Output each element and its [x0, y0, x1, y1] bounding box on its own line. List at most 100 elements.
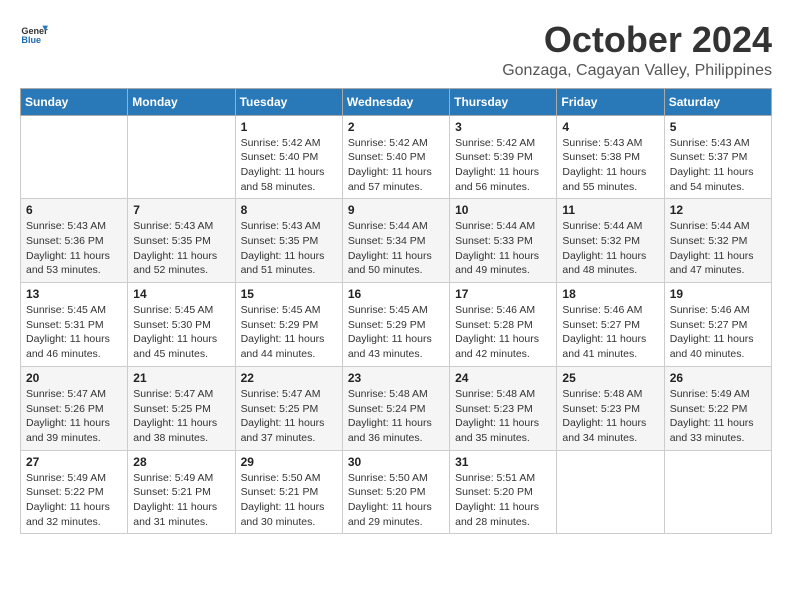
calendar-cell: 10 Sunrise: 5:44 AMSunset: 5:33 PMDayligh… [450, 199, 557, 283]
calendar-cell: 5 Sunrise: 5:43 AMSunset: 5:37 PMDaylight… [664, 115, 771, 199]
day-info: Sunrise: 5:50 AMSunset: 5:21 PMDaylight:… [241, 471, 337, 530]
day-number: 2 [348, 120, 444, 134]
day-info: Sunrise: 5:44 AMSunset: 5:34 PMDaylight:… [348, 219, 444, 278]
day-info: Sunrise: 5:45 AMSunset: 5:30 PMDaylight:… [133, 303, 229, 362]
day-number: 10 [455, 203, 551, 217]
day-info: Sunrise: 5:49 AMSunset: 5:22 PMDaylight:… [670, 387, 766, 446]
calendar-cell: 19Sunrise: 5:46 AMSunset: 5:27 PMDayligh… [664, 283, 771, 367]
svg-text:Blue: Blue [21, 35, 41, 45]
day-number: 30 [348, 455, 444, 469]
day-header-friday: Friday [557, 88, 664, 115]
calendar-cell [664, 450, 771, 534]
day-number: 7 [133, 203, 229, 217]
day-info: Sunrise: 5:43 AMSunset: 5:37 PMDaylight:… [670, 136, 766, 195]
calendar-week-3: 13 Sunrise: 5:45 AMSunset: 5:31 PMDayligh… [21, 283, 772, 367]
calendar-table: SundayMondayTuesdayWednesdayThursdayFrid… [20, 88, 772, 535]
calendar-cell: 25 Sunrise: 5:48 AMSunset: 5:23 PMDayligh… [557, 366, 664, 450]
calendar-cell [557, 450, 664, 534]
location-title: Gonzaga, Cagayan Valley, Philippines [502, 62, 772, 80]
day-number: 27 [26, 455, 122, 469]
calendar-week-4: 20Sunrise: 5:47 AMSunset: 5:26 PMDayligh… [21, 366, 772, 450]
day-info: Sunrise: 5:42 AMSunset: 5:40 PMDaylight:… [348, 136, 444, 195]
day-info: Sunrise: 5:47 AMSunset: 5:25 PMDaylight:… [241, 387, 337, 446]
calendar-cell: 6Sunrise: 5:43 AMSunset: 5:36 PMDaylight… [21, 199, 128, 283]
month-title: October 2024 [502, 20, 772, 60]
calendar-cell: 28Sunrise: 5:49 AMSunset: 5:21 PMDayligh… [128, 450, 235, 534]
calendar-week-2: 6Sunrise: 5:43 AMSunset: 5:36 PMDaylight… [21, 199, 772, 283]
day-number: 20 [26, 371, 122, 385]
day-info: Sunrise: 5:50 AMSunset: 5:20 PMDaylight:… [348, 471, 444, 530]
day-number: 16 [348, 287, 444, 301]
calendar-cell: 21Sunrise: 5:47 AMSunset: 5:25 PMDayligh… [128, 366, 235, 450]
day-number: 1 [241, 120, 337, 134]
day-info: Sunrise: 5:46 AMSunset: 5:27 PMDaylight:… [670, 303, 766, 362]
calendar-cell: 26Sunrise: 5:49 AMSunset: 5:22 PMDayligh… [664, 366, 771, 450]
day-number: 5 [670, 120, 766, 134]
calendar-cell [128, 115, 235, 199]
day-info: Sunrise: 5:46 AMSunset: 5:27 PMDaylight:… [562, 303, 658, 362]
calendar-cell: 11 Sunrise: 5:44 AMSunset: 5:32 PMDayligh… [557, 199, 664, 283]
calendar-cell: 16 Sunrise: 5:45 AMSunset: 5:29 PMDayligh… [342, 283, 449, 367]
calendar-cell [21, 115, 128, 199]
calendar-cell: 20Sunrise: 5:47 AMSunset: 5:26 PMDayligh… [21, 366, 128, 450]
day-number: 12 [670, 203, 766, 217]
calendar-cell: 30 Sunrise: 5:50 AMSunset: 5:20 PMDayligh… [342, 450, 449, 534]
day-header-saturday: Saturday [664, 88, 771, 115]
day-info: Sunrise: 5:43 AMSunset: 5:38 PMDaylight:… [562, 136, 658, 195]
calendar-cell: 29Sunrise: 5:50 AMSunset: 5:21 PMDayligh… [235, 450, 342, 534]
calendar-cell: 1Sunrise: 5:42 AMSunset: 5:40 PMDaylight… [235, 115, 342, 199]
calendar-cell: 13 Sunrise: 5:45 AMSunset: 5:31 PMDayligh… [21, 283, 128, 367]
day-info: Sunrise: 5:45 AMSunset: 5:29 PMDaylight:… [241, 303, 337, 362]
day-number: 3 [455, 120, 551, 134]
day-number: 6 [26, 203, 122, 217]
day-info: Sunrise: 5:48 AMSunset: 5:23 PMDaylight:… [562, 387, 658, 446]
calendar-cell: 31 Sunrise: 5:51 AMSunset: 5:20 PMDayligh… [450, 450, 557, 534]
day-info: Sunrise: 5:43 AMSunset: 5:35 PMDaylight:… [241, 219, 337, 278]
day-number: 8 [241, 203, 337, 217]
calendar-cell: 15Sunrise: 5:45 AMSunset: 5:29 PMDayligh… [235, 283, 342, 367]
day-info: Sunrise: 5:51 AMSunset: 5:20 PMDaylight:… [455, 471, 551, 530]
calendar-cell: 17 Sunrise: 5:46 AMSunset: 5:28 PMDayligh… [450, 283, 557, 367]
calendar-cell: 4Sunrise: 5:43 AMSunset: 5:38 PMDaylight… [557, 115, 664, 199]
logo-icon: General Blue [20, 20, 48, 48]
day-number: 24 [455, 371, 551, 385]
day-header-monday: Monday [128, 88, 235, 115]
calendar-cell: 9 Sunrise: 5:44 AMSunset: 5:34 PMDaylight… [342, 199, 449, 283]
calendar-cell: 27 Sunrise: 5:49 AMSunset: 5:22 PMDayligh… [21, 450, 128, 534]
calendar-week-5: 27 Sunrise: 5:49 AMSunset: 5:22 PMDayligh… [21, 450, 772, 534]
day-info: Sunrise: 5:42 AMSunset: 5:39 PMDaylight:… [455, 136, 551, 195]
day-number: 22 [241, 371, 337, 385]
day-info: Sunrise: 5:46 AMSunset: 5:28 PMDaylight:… [455, 303, 551, 362]
day-number: 31 [455, 455, 551, 469]
day-number: 9 [348, 203, 444, 217]
day-info: Sunrise: 5:48 AMSunset: 5:24 PMDaylight:… [348, 387, 444, 446]
calendar-cell: 23Sunrise: 5:48 AMSunset: 5:24 PMDayligh… [342, 366, 449, 450]
page-header: General Blue October 2024 Gonzaga, Cagay… [20, 20, 772, 80]
day-number: 17 [455, 287, 551, 301]
day-number: 14 [133, 287, 229, 301]
logo: General Blue [20, 20, 48, 48]
day-header-tuesday: Tuesday [235, 88, 342, 115]
calendar-cell: 7 Sunrise: 5:43 AMSunset: 5:35 PMDaylight… [128, 199, 235, 283]
day-header-thursday: Thursday [450, 88, 557, 115]
day-number: 28 [133, 455, 229, 469]
calendar-header-row: SundayMondayTuesdayWednesdayThursdayFrid… [21, 88, 772, 115]
day-info: Sunrise: 5:49 AMSunset: 5:22 PMDaylight:… [26, 471, 122, 530]
calendar-cell: 18Sunrise: 5:46 AMSunset: 5:27 PMDayligh… [557, 283, 664, 367]
day-info: Sunrise: 5:44 AMSunset: 5:32 PMDaylight:… [670, 219, 766, 278]
day-info: Sunrise: 5:44 AMSunset: 5:32 PMDaylight:… [562, 219, 658, 278]
calendar-cell: 2 Sunrise: 5:42 AMSunset: 5:40 PMDaylight… [342, 115, 449, 199]
day-info: Sunrise: 5:44 AMSunset: 5:33 PMDaylight:… [455, 219, 551, 278]
day-info: Sunrise: 5:43 AMSunset: 5:35 PMDaylight:… [133, 219, 229, 278]
day-info: Sunrise: 5:45 AMSunset: 5:29 PMDaylight:… [348, 303, 444, 362]
day-info: Sunrise: 5:45 AMSunset: 5:31 PMDaylight:… [26, 303, 122, 362]
calendar-cell: 8 Sunrise: 5:43 AMSunset: 5:35 PMDaylight… [235, 199, 342, 283]
day-number: 25 [562, 371, 658, 385]
day-number: 13 [26, 287, 122, 301]
calendar-cell: 3 Sunrise: 5:42 AMSunset: 5:39 PMDaylight… [450, 115, 557, 199]
day-info: Sunrise: 5:48 AMSunset: 5:23 PMDaylight:… [455, 387, 551, 446]
calendar-body: 1 Sunrise: 5:42 AMSunset: 5:40 PMDaylight… [21, 115, 772, 534]
day-number: 11 [562, 203, 658, 217]
calendar-cell: 14 Sunrise: 5:45 AMSunset: 5:30 PMDayligh… [128, 283, 235, 367]
calendar-cell: 12 Sunrise: 5:44 AMSunset: 5:32 PMDayligh… [664, 199, 771, 283]
